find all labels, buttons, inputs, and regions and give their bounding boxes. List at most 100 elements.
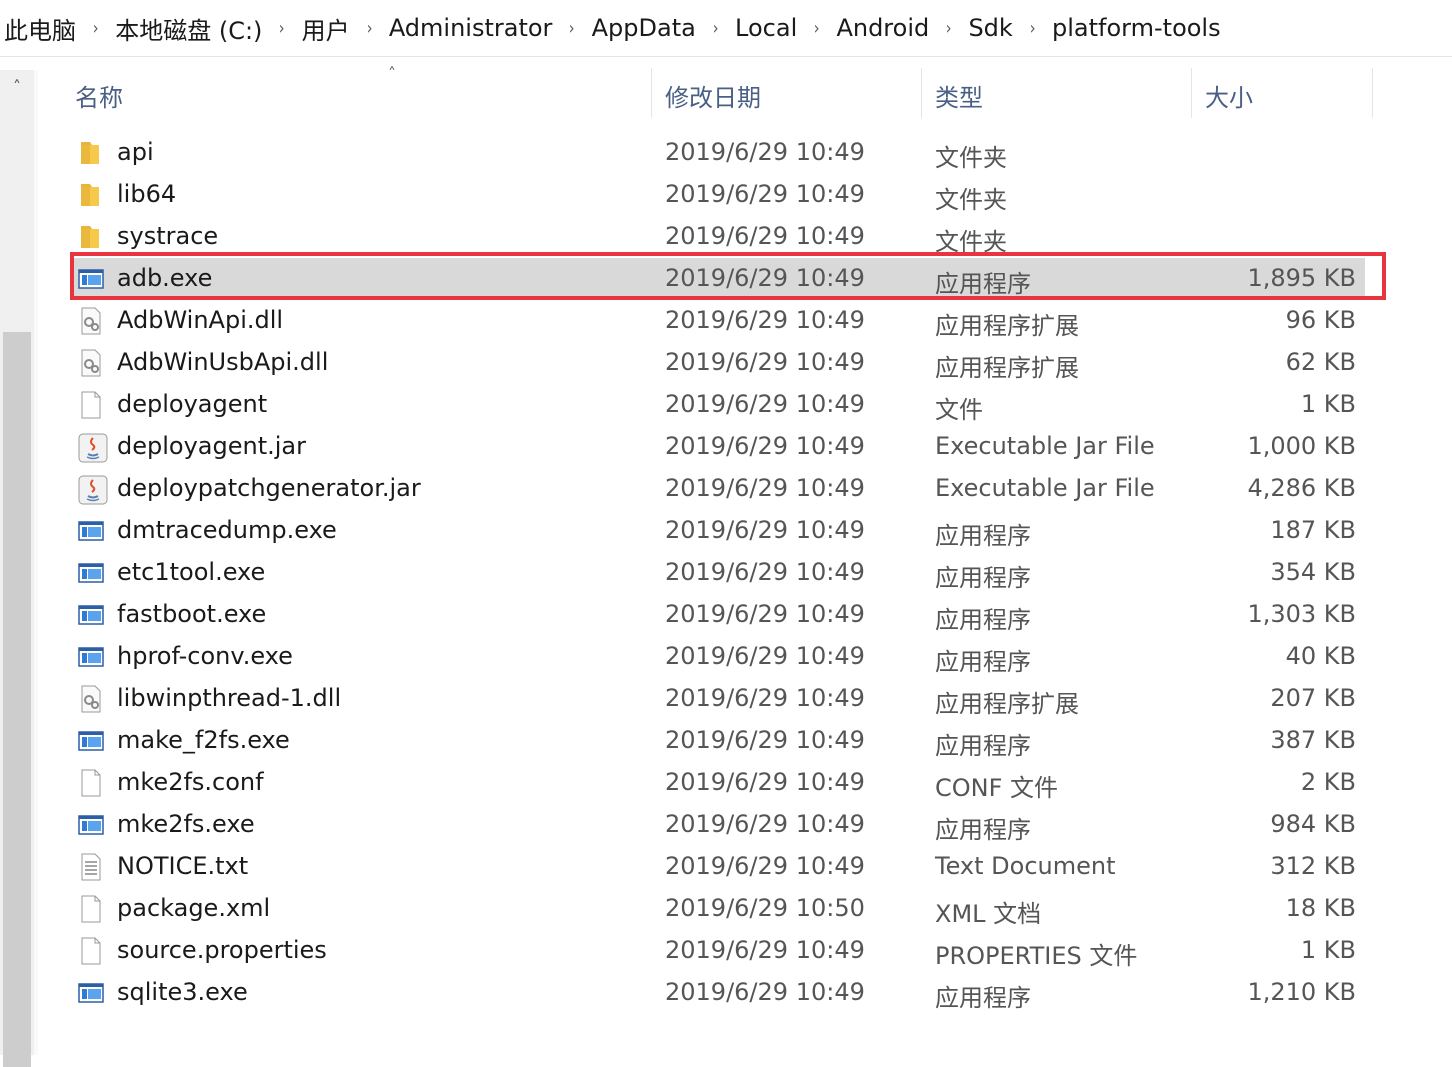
file-name: adb.exe	[117, 264, 213, 292]
exe-icon	[78, 601, 104, 629]
file-row[interactable]: source.properties 2019/6/29 10:49 PROPERTI…	[70, 930, 1365, 972]
file-row[interactable]: lib64 2019/6/29 10:49 文件夹	[70, 174, 1365, 216]
file-type: 应用程序	[935, 816, 1031, 844]
file-size: 312 KB	[1270, 852, 1356, 880]
file-type: Text Document	[935, 852, 1116, 880]
folder-icon	[78, 223, 104, 251]
file-name: package.xml	[117, 894, 271, 922]
folder-icon	[78, 139, 104, 167]
java-icon	[78, 475, 108, 505]
file-name: lib64	[117, 180, 177, 208]
file-size: 387 KB	[1270, 726, 1356, 754]
file-type: Executable Jar File	[935, 432, 1155, 460]
column-type-header[interactable]: 类型	[935, 78, 983, 113]
file-size: 984 KB	[1270, 810, 1356, 838]
file-row[interactable]: fastboot.exe 2019/6/29 10:49 应用程序 1,303 KB	[70, 594, 1365, 636]
file-name: deployagent	[117, 390, 268, 418]
file-modified-date: 2019/6/29 10:49	[665, 474, 865, 502]
chevron-right-icon[interactable]: ›	[936, 18, 961, 39]
breadcrumb-item[interactable]: AppData	[588, 14, 700, 42]
file-row[interactable]: NOTICE.txt 2019/6/29 10:49 Text Document 31…	[70, 846, 1365, 888]
file-size: 40 KB	[1285, 642, 1356, 670]
file-icon	[78, 937, 104, 965]
file-row[interactable]: package.xml 2019/6/29 10:50 XML 文档 18 KB	[70, 888, 1365, 930]
file-row[interactable]: api 2019/6/29 10:49 文件夹	[70, 132, 1365, 174]
file-size: 1,210 KB	[1247, 978, 1356, 1006]
chevron-right-icon[interactable]: ›	[83, 18, 108, 39]
dll-icon	[78, 307, 104, 335]
exe-icon	[78, 643, 104, 671]
breadcrumb-item[interactable]: Administrator	[385, 14, 557, 42]
chevron-right-icon[interactable]: ›	[703, 18, 728, 39]
file-row[interactable]: mke2fs.conf 2019/6/29 10:49 CONF 文件 2 KB	[70, 762, 1365, 804]
breadcrumb-item[interactable]: Android	[832, 14, 933, 42]
scroll-thumb[interactable]	[3, 332, 31, 1067]
file-modified-date: 2019/6/29 10:49	[665, 852, 865, 880]
file-row[interactable]: systrace 2019/6/29 10:49 文件夹	[70, 216, 1365, 258]
file-modified-date: 2019/6/29 10:49	[665, 138, 865, 166]
file-modified-date: 2019/6/29 10:49	[665, 726, 865, 754]
file-modified-date: 2019/6/29 10:49	[665, 180, 865, 208]
breadcrumb-item[interactable]: Local	[731, 14, 801, 42]
file-row[interactable]: deployagent 2019/6/29 10:49 文件 1 KB	[70, 384, 1365, 426]
file-row[interactable]: sqlite3.exe 2019/6/29 10:49 应用程序 1,210 KB	[70, 972, 1365, 1014]
vertical-scrollbar[interactable]: ˄	[0, 70, 34, 1067]
file-name: fastboot.exe	[117, 600, 267, 628]
file-type: 文件	[935, 396, 983, 424]
exe-icon	[78, 727, 104, 755]
file-type: 应用程序	[935, 984, 1031, 1012]
file-modified-date: 2019/6/29 10:49	[665, 432, 865, 460]
scrollbar-gap	[34, 70, 38, 1055]
column-divider[interactable]	[651, 68, 652, 118]
file-type: 文件夹	[935, 144, 1007, 172]
file-name: mke2fs.conf	[117, 768, 264, 796]
chevron-right-icon[interactable]: ›	[357, 18, 382, 39]
file-row[interactable]: make_f2fs.exe 2019/6/29 10:49 应用程序 387 KB	[70, 720, 1365, 762]
file-icon	[78, 895, 104, 923]
file-row[interactable]: AdbWinUsbApi.dll 2019/6/29 10:49 应用程序扩展 62 …	[70, 342, 1365, 384]
breadcrumb-item[interactable]: platform-tools	[1048, 14, 1225, 42]
file-row[interactable]: etc1tool.exe 2019/6/29 10:49 应用程序 354 KB	[70, 552, 1365, 594]
breadcrumb-item[interactable]: 本地磁盘 (C:)	[111, 11, 266, 46]
file-row[interactable]: deployagent.jar 2019/6/29 10:49 Executable…	[70, 426, 1365, 468]
column-divider[interactable]	[1191, 68, 1192, 118]
file-type: 文件夹	[935, 186, 1007, 214]
file-row[interactable]: dmtracedump.exe 2019/6/29 10:49 应用程序 187 KB	[70, 510, 1365, 552]
file-row[interactable]: libwinpthread-1.dll 2019/6/29 10:49 应用程序扩展…	[70, 678, 1365, 720]
breadcrumb-item[interactable]: 用户	[298, 11, 354, 46]
column-size-header[interactable]: 大小	[1205, 78, 1253, 113]
file-modified-date: 2019/6/29 10:49	[665, 978, 865, 1006]
chevron-right-icon[interactable]: ›	[1020, 18, 1045, 39]
file-modified-date: 2019/6/29 10:49	[665, 222, 865, 250]
file-row[interactable]: deploypatchgenerator.jar 2019/6/29 10:49 E…	[70, 468, 1365, 510]
file-row[interactable]: adb.exe 2019/6/29 10:49 应用程序 1,895 KB	[70, 258, 1365, 300]
chevron-right-icon[interactable]: ›	[270, 18, 295, 39]
scroll-up-icon[interactable]: ˄	[0, 70, 34, 104]
file-row[interactable]: hprof-conv.exe 2019/6/29 10:49 应用程序 40 KB	[70, 636, 1365, 678]
file-row[interactable]: AdbWinApi.dll 2019/6/29 10:49 应用程序扩展 96 KB	[70, 300, 1365, 342]
column-date-header[interactable]: 修改日期	[665, 78, 761, 113]
file-name: dmtracedump.exe	[117, 516, 337, 544]
file-name: AdbWinUsbApi.dll	[117, 348, 329, 376]
chevron-right-icon[interactable]: ›	[804, 18, 829, 39]
file-size: 4,286 KB	[1247, 474, 1356, 502]
file-type: 应用程序扩展	[935, 312, 1079, 340]
breadcrumb-item[interactable]: Sdk	[964, 14, 1016, 42]
file-type: XML 文档	[935, 900, 1042, 928]
file-row[interactable]: mke2fs.exe 2019/6/29 10:49 应用程序 984 KB	[70, 804, 1365, 846]
file-size: 1,895 KB	[1247, 264, 1356, 292]
breadcrumb-item[interactable]: 此电脑	[0, 11, 80, 46]
column-name-header[interactable]: 名称	[75, 78, 123, 113]
file-icon	[78, 391, 104, 419]
column-divider[interactable]	[921, 68, 922, 118]
file-name: sqlite3.exe	[117, 978, 248, 1006]
file-modified-date: 2019/6/29 10:49	[665, 390, 865, 418]
file-size: 187 KB	[1270, 516, 1356, 544]
column-divider[interactable]	[1372, 68, 1373, 118]
chevron-right-icon[interactable]: ›	[560, 18, 585, 39]
exe-icon	[78, 265, 104, 293]
file-modified-date: 2019/6/29 10:49	[665, 306, 865, 334]
file-size: 1 KB	[1300, 390, 1356, 418]
file-name: deploypatchgenerator.jar	[117, 474, 421, 502]
file-name: etc1tool.exe	[117, 558, 266, 586]
